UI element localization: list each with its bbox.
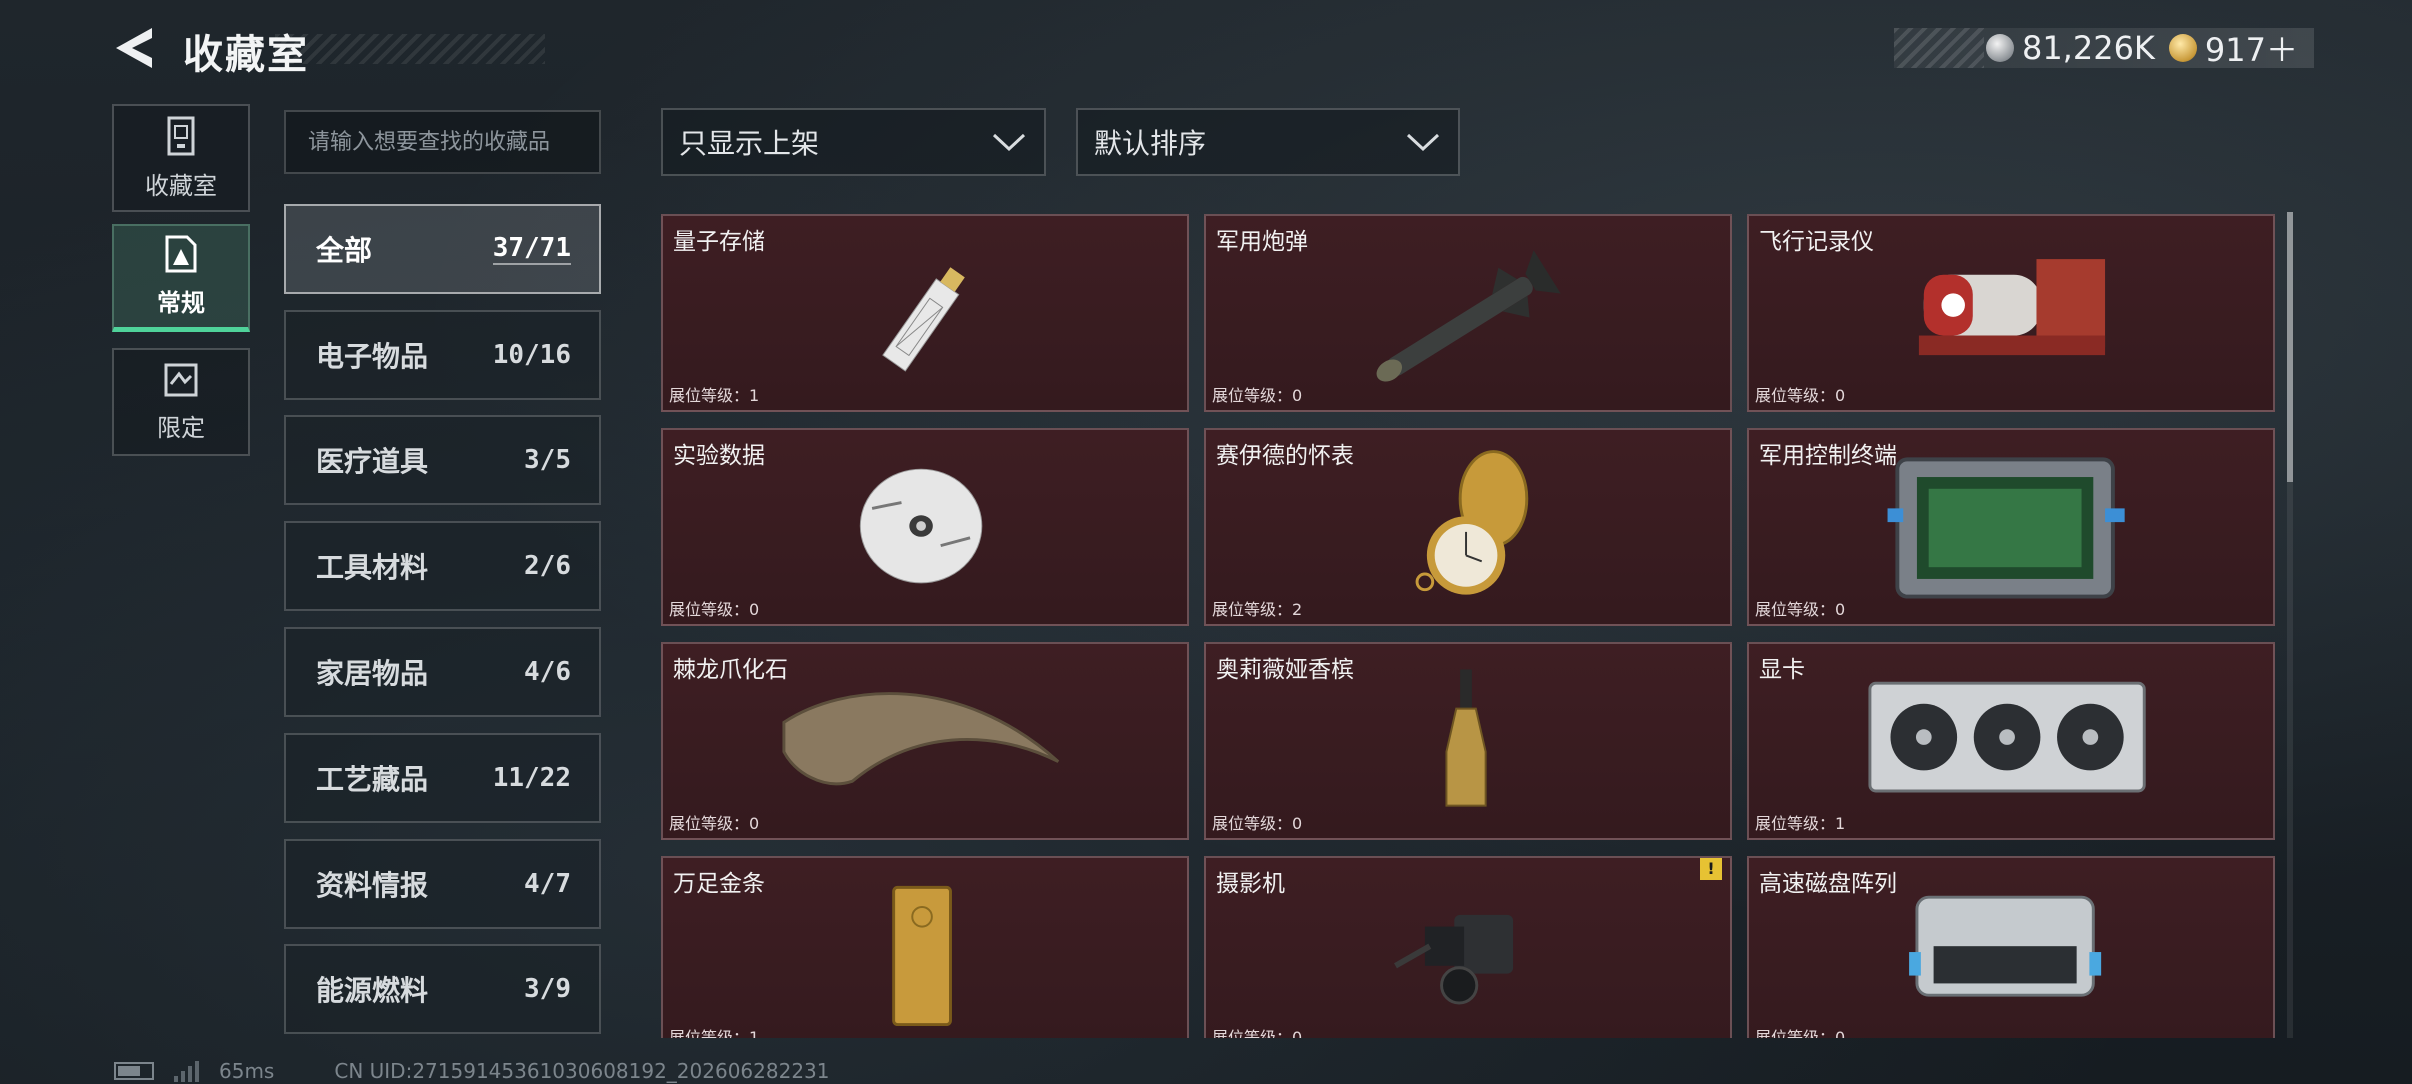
- warning-icon: !: [1700, 858, 1722, 880]
- item-level: 展位等级：0: [1212, 386, 1303, 405]
- gold-coin-icon: [2168, 34, 2197, 62]
- item-card-champagne[interactable]: 奥莉薇娅香槟 展位等级：0: [1204, 642, 1732, 840]
- nav-collection-room[interactable]: 收藏室: [112, 104, 250, 212]
- nav-regular[interactable]: 常规: [112, 224, 250, 332]
- category-electronics[interactable]: 电子物品 10/16: [284, 310, 601, 400]
- item-card-disk-array[interactable]: 高速磁盘阵列 展位等级：0: [1747, 856, 2275, 1038]
- item-name: 高速磁盘阵列: [1759, 871, 1897, 897]
- nav-label: 收藏室: [145, 171, 217, 200]
- item-name: 奥莉薇娅香槟: [1216, 657, 1354, 683]
- gold-amount: 917＋: [2204, 31, 2298, 69]
- item-name: 棘龙爪化石: [673, 657, 788, 683]
- category-name: 电子物品: [316, 340, 429, 373]
- item-level: 展位等级：2: [1212, 600, 1303, 619]
- collection-grid: 量子存储 展位等级：1 军用炮弹 展位等级：0 飞行记录仪 展位等级：0 实验数…: [661, 214, 2275, 1038]
- nav-limited[interactable]: 限定: [112, 348, 250, 456]
- item-level: 展位等级：0: [669, 814, 760, 833]
- category-crafts[interactable]: 工艺藏品 11/22: [284, 733, 601, 823]
- category-medical[interactable]: 医疗道具 3/5: [284, 415, 601, 505]
- collection-room-icon: [167, 116, 195, 155]
- sort-value: 默认排序: [1094, 127, 1207, 160]
- item-card-control-terminal[interactable]: 军用控制终端 展位等级：0: [1747, 428, 2275, 626]
- item-card-camera[interactable]: ! 摄影机 展位等级：0: [1204, 856, 1732, 1038]
- sort-dropdown[interactable]: 默认排序: [1076, 108, 1460, 176]
- item-name: 赛伊德的怀表: [1216, 443, 1354, 469]
- item-name: 万足金条: [673, 871, 765, 897]
- item-level: 展位等级：0: [1212, 1028, 1303, 1038]
- item-card-quantum-storage[interactable]: 量子存储 展位等级：1: [661, 214, 1189, 412]
- category-count: 2/6: [524, 551, 571, 581]
- graphics-card-icon: [1868, 681, 2146, 793]
- item-card-graphics-card[interactable]: 显卡 展位等级：1: [1747, 642, 2275, 840]
- item-name: 军用炮弹: [1216, 229, 1308, 255]
- category-name: 家居物品: [316, 657, 429, 690]
- display-filter-value: 只显示上架: [679, 127, 820, 160]
- category-intel[interactable]: 资料情报 4/7: [284, 839, 601, 929]
- category-name: 全部: [316, 234, 373, 267]
- category-name: 能源燃料: [316, 974, 429, 1007]
- item-name: 军用控制终端: [1759, 443, 1897, 469]
- battery-icon: [114, 1062, 154, 1080]
- item-name: 量子存储: [673, 229, 765, 255]
- item-card-claw-fossil[interactable]: 棘龙爪化石 展位等级：0: [661, 642, 1189, 840]
- uid-text: CN UID:2715914536103060819​2_20260628223…: [334, 1059, 830, 1083]
- silver-amount: 81,226K: [2021, 29, 2155, 67]
- item-name: 摄影机: [1216, 871, 1285, 897]
- item-level: 展位等级：1: [669, 386, 760, 405]
- item-level: 展位等级：0: [1755, 386, 1846, 405]
- item-card-military-shell[interactable]: 军用炮弹 展位等级：0: [1204, 214, 1732, 412]
- collection-search-input[interactable]: [284, 110, 601, 174]
- category-all[interactable]: 全部 37/71: [284, 204, 601, 294]
- category-name: 工具材料: [316, 551, 429, 584]
- category-name: 医疗道具: [316, 445, 429, 478]
- title-decoration: [275, 34, 545, 64]
- ping-text: 65ms: [219, 1059, 275, 1083]
- category-count: 11/22: [492, 763, 571, 793]
- signal-icon: [174, 1060, 199, 1082]
- silver-currency[interactable]: 81,226K: [1985, 29, 2155, 67]
- grid-scrollbar[interactable]: [2287, 212, 2293, 1038]
- display-filter-dropdown[interactable]: 只显示上架: [661, 108, 1046, 176]
- item-level: 展位等级：0: [1755, 600, 1846, 619]
- gold-currency[interactable]: 917＋: [2168, 25, 2298, 71]
- currency-bar: 81,226K 917＋: [1894, 25, 2314, 71]
- status-footer: 65ms CN UID:2715914536103060819​2_202606…: [114, 1058, 830, 1084]
- category-count: 4/6: [524, 657, 571, 687]
- item-level: 展位等级：0: [1212, 814, 1303, 833]
- item-name: 显卡: [1759, 657, 1805, 683]
- category-count: 4/7: [524, 869, 571, 899]
- category-tools[interactable]: 工具材料 2/6: [284, 521, 601, 611]
- chevron-down-icon: [992, 133, 1026, 152]
- category-energy[interactable]: 能源燃料 3/9: [284, 944, 601, 1034]
- item-name: 实验数据: [673, 443, 765, 469]
- regular-icon: [165, 235, 197, 273]
- category-count: 10/16: [492, 340, 571, 370]
- item-level: 展位等级：1: [1755, 814, 1846, 833]
- category-household[interactable]: 家居物品 4/6: [284, 627, 601, 717]
- chevron-down-icon: [1406, 133, 1440, 152]
- nav-label: 常规: [157, 289, 205, 317]
- silver-coin-icon: [1985, 34, 2014, 62]
- item-level: 展位等级：0: [669, 600, 760, 619]
- category-name: 资料情报: [316, 869, 429, 902]
- category-count: 3/5: [524, 445, 571, 475]
- category-count: 37/71: [492, 233, 571, 265]
- category-count: 3/9: [524, 974, 571, 1004]
- category-name: 工艺藏品: [316, 763, 429, 796]
- item-card-experiment-data[interactable]: 实验数据 展位等级：0: [661, 428, 1189, 626]
- nav-label: 限定: [157, 413, 205, 442]
- item-card-flight-recorder[interactable]: 飞行记录仪 展位等级：0: [1747, 214, 2275, 412]
- item-level: 展位等级：0: [1755, 1028, 1846, 1038]
- scrollbar-thumb[interactable]: [2287, 212, 2293, 482]
- back-arrow-icon[interactable]: [112, 26, 156, 70]
- item-level: 展位等级：1: [669, 1028, 760, 1038]
- limited-icon: [164, 363, 198, 396]
- item-card-gold-bar[interactable]: 万足金条 展位等级：1: [661, 856, 1189, 1038]
- item-card-pocket-watch[interactable]: 赛伊德的怀表 展位等级：2: [1204, 428, 1732, 626]
- item-name: 飞行记录仪: [1759, 229, 1874, 255]
